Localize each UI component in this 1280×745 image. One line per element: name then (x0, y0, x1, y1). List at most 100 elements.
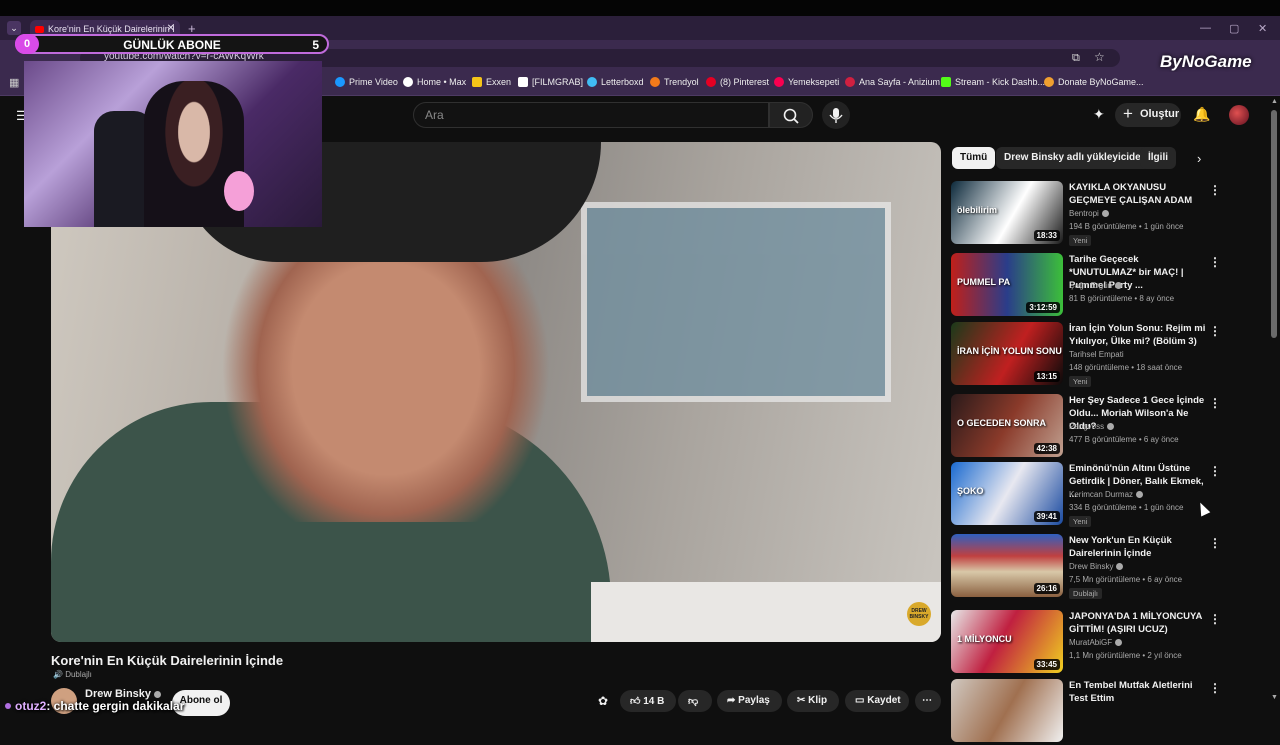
video-thumbnail[interactable] (951, 679, 1063, 742)
more-options-icon[interactable]: ⋮ (1209, 183, 1221, 197)
video-title: Kore'nin En Küçük Dairelerinin İçinde (51, 653, 284, 668)
more-options-icon[interactable]: ⋮ (1209, 255, 1221, 269)
recommendation-card[interactable]: İRAN İÇİN YOLUN SONU 13:15 İran İçin Yolun… (951, 322, 1221, 388)
new-badge: Dublajlı (1069, 588, 1103, 599)
chip-all[interactable]: Tümü (952, 147, 996, 169)
recommendation-card[interactable]: 26:16 New York'un En Küçük Dairelerinin İ… (951, 534, 1221, 600)
recommendation-title[interactable]: En Tembel Mutfak Aletlerini Test Ettim (1069, 679, 1207, 705)
recommendation-channel[interactable]: Bentropi (1069, 209, 1109, 218)
close-tab-icon[interactable]: ✕ (167, 23, 175, 34)
bookmark-item[interactable]: Letterboxd (587, 77, 644, 87)
recommendation-title[interactable]: New York'un En Küçük Dairelerinin İçinde (1069, 534, 1207, 560)
bookmark-item[interactable]: Ana Sayfa - Anizium (845, 77, 940, 87)
top-black-strip (0, 0, 1280, 16)
search-icon (783, 108, 799, 124)
ai-sparkle-icon[interactable]: ✿ (598, 694, 608, 708)
verified-icon (1101, 210, 1109, 217)
account-avatar[interactable] (1229, 105, 1249, 125)
bookmark-item[interactable]: Prime Video (335, 77, 398, 87)
recommendation-card[interactable]: 1 MİLYONCU 33:45 JAPONYA'DA 1 MİLYONCUYA G… (951, 610, 1221, 676)
duration-badge: 33:45 (1033, 659, 1060, 670)
recommendation-card[interactable]: O GECEDEN SONRA 42:38 Her Şey Sadece 1 Gec… (951, 394, 1221, 460)
recommendation-channel[interactable]: Drew Binsky (1069, 562, 1124, 571)
subscriber-goal-overlay: 0 GÜNLÜK ABONE 5 (15, 34, 329, 54)
recommendation-card[interactable]: PUMMEL PA 3:12:59 Tarihe Geçecek *UNUTULMA… (951, 253, 1221, 319)
duration-badge: 26:16 (1033, 583, 1060, 594)
search-input[interactable]: Ara (413, 102, 769, 128)
install-icon[interactable]: ⧉ (1072, 52, 1080, 65)
bookmark-item[interactable]: Yemeksepeti (774, 77, 839, 87)
minimize-icon[interactable]: — (1200, 22, 1211, 34)
recommendation-card[interactable]: ölebilirim 18:33 KAYIKLA OKYANUSU GEÇMEYE … (951, 181, 1221, 247)
verified-icon (1115, 282, 1123, 289)
tab-search-icon[interactable]: ⌄ (7, 21, 21, 35)
more-options-icon[interactable]: ⋮ (1209, 536, 1221, 550)
bookmark-item[interactable]: [FILMGRAB] (518, 77, 583, 87)
search-button[interactable] (769, 102, 813, 128)
bookmark-item[interactable]: (8) Pinterest (706, 77, 769, 87)
recommendation-channel[interactable]: Tarihsel Empati (1069, 350, 1124, 359)
bookmark-item[interactable]: Donate ByNoGame... (1044, 77, 1144, 87)
recommendation-meta: 334 B görüntüleme • 1 gün önce (1069, 503, 1184, 512)
video-thumbnail[interactable]: 1 MİLYONCU 33:45 (951, 610, 1063, 673)
search-placeholder: Ara (425, 108, 444, 122)
thumbs-up-icon: 👍︎ (630, 696, 644, 707)
apps-grid-icon[interactable]: ▦ (9, 76, 19, 89)
chip-from-uploader[interactable]: Drew Binsky adlı yükleyiciden (996, 147, 1155, 169)
bookmark-item[interactable]: Trendyol (650, 77, 699, 87)
video-thumbnail[interactable]: ölebilirim 18:33 (951, 181, 1063, 244)
bookmark-item[interactable]: Home • Max (403, 77, 466, 87)
video-thumbnail[interactable]: O GECEDEN SONRA 42:38 (951, 394, 1063, 457)
scrollbar-thumb[interactable] (1271, 110, 1277, 338)
webcam-plush (224, 171, 254, 211)
dislike-button[interactable]: 👎︎ (678, 690, 712, 712)
tab-title: Kore'nin En Küçük Dairelerinin İ (48, 24, 175, 34)
more-options-icon[interactable]: ⋮ (1209, 324, 1221, 338)
notifications-bell-icon[interactable]: 🔔 (1193, 106, 1210, 123)
recommendation-channel[interactable]: Çağrı Ergün (1069, 281, 1123, 290)
chevron-right-icon[interactable]: › (1197, 151, 1201, 166)
recommendation-title[interactable]: JAPONYA'DA 1 MİLYONCUYA GİTTİM! (AŞIRI U… (1069, 610, 1207, 636)
close-window-icon[interactable]: ✕ (1258, 22, 1267, 35)
bookmark-item[interactable]: Exxen (472, 77, 511, 87)
more-options-icon[interactable]: ⋮ (1209, 612, 1221, 626)
recommendation-card[interactable]: En Tembel Mutfak Aletlerini Test Ettim ⋮ (951, 679, 1221, 745)
video-thumbnail[interactable]: ŞOKO 39:41 (951, 462, 1063, 525)
verified-icon (154, 691, 162, 698)
video-thumbnail[interactable]: 26:16 (951, 534, 1063, 597)
save-button[interactable]: ▭ Kaydet (845, 690, 909, 712)
create-button[interactable]: + Oluştur (1115, 103, 1181, 127)
plus-icon: + (1123, 104, 1133, 123)
recommendation-meta: 7,5 Mn görüntüleme • 6 ay önce (1069, 575, 1183, 584)
maximize-icon[interactable]: ▢ (1229, 22, 1239, 35)
premium-icon[interactable]: ✦ (1093, 106, 1105, 123)
new-badge: Yeni (1069, 235, 1092, 246)
more-actions-button[interactable]: ⋯ (915, 690, 941, 712)
clip-button[interactable]: ✂ Klip (787, 690, 839, 712)
voice-search-button[interactable] (822, 101, 850, 129)
recommendation-title[interactable]: KAYIKLA OKYANUSU GEÇMEYE ÇALIŞAN ADAM (1069, 181, 1207, 207)
subscriber-goal-target: 5 (312, 38, 319, 52)
like-button[interactable]: 👍︎ 14 B (620, 690, 676, 712)
share-button[interactable]: ➦ Paylaş (717, 690, 782, 712)
scroll-up-icon[interactable]: ▲ (1271, 98, 1278, 105)
create-label: Oluştur (1140, 108, 1180, 120)
video-thumbnail[interactable]: PUMMEL PA 3:12:59 (951, 253, 1063, 316)
duration-badge: 39:41 (1033, 511, 1060, 522)
recommendation-title[interactable]: İran İçin Yolun Sonu: Rejim mi Yıkılıyor… (1069, 322, 1207, 348)
recommendation-channel[interactable]: Kerimcan Durmaz (1069, 490, 1144, 499)
thumbnail-text: O GECEDEN SONRA (957, 418, 1047, 428)
scroll-down-icon[interactable]: ▼ (1271, 694, 1278, 701)
new-badge: Yeni (1069, 516, 1092, 527)
video-thumbnail[interactable]: İRAN İÇİN YOLUN SONU 13:15 (951, 322, 1063, 385)
recommendation-channel[interactable]: Pangvoss (1069, 422, 1115, 431)
recommendation-channel[interactable]: MuratAbiGF (1069, 638, 1123, 647)
bookmark-item[interactable]: Stream - Kick Dashb... (941, 77, 1045, 87)
more-options-icon[interactable]: ⋮ (1209, 681, 1221, 695)
recommendation-card[interactable]: ŞOKO 39:41 Eminönü'nün Altını Üstüne Getir… (951, 462, 1221, 528)
more-options-icon[interactable]: ⋮ (1209, 396, 1221, 410)
chip-related[interactable]: İlgili (1140, 147, 1176, 169)
more-options-icon[interactable]: ⋮ (1209, 464, 1221, 478)
verified-icon (1136, 491, 1144, 498)
bookmark-star-icon[interactable]: ☆ (1094, 50, 1105, 64)
